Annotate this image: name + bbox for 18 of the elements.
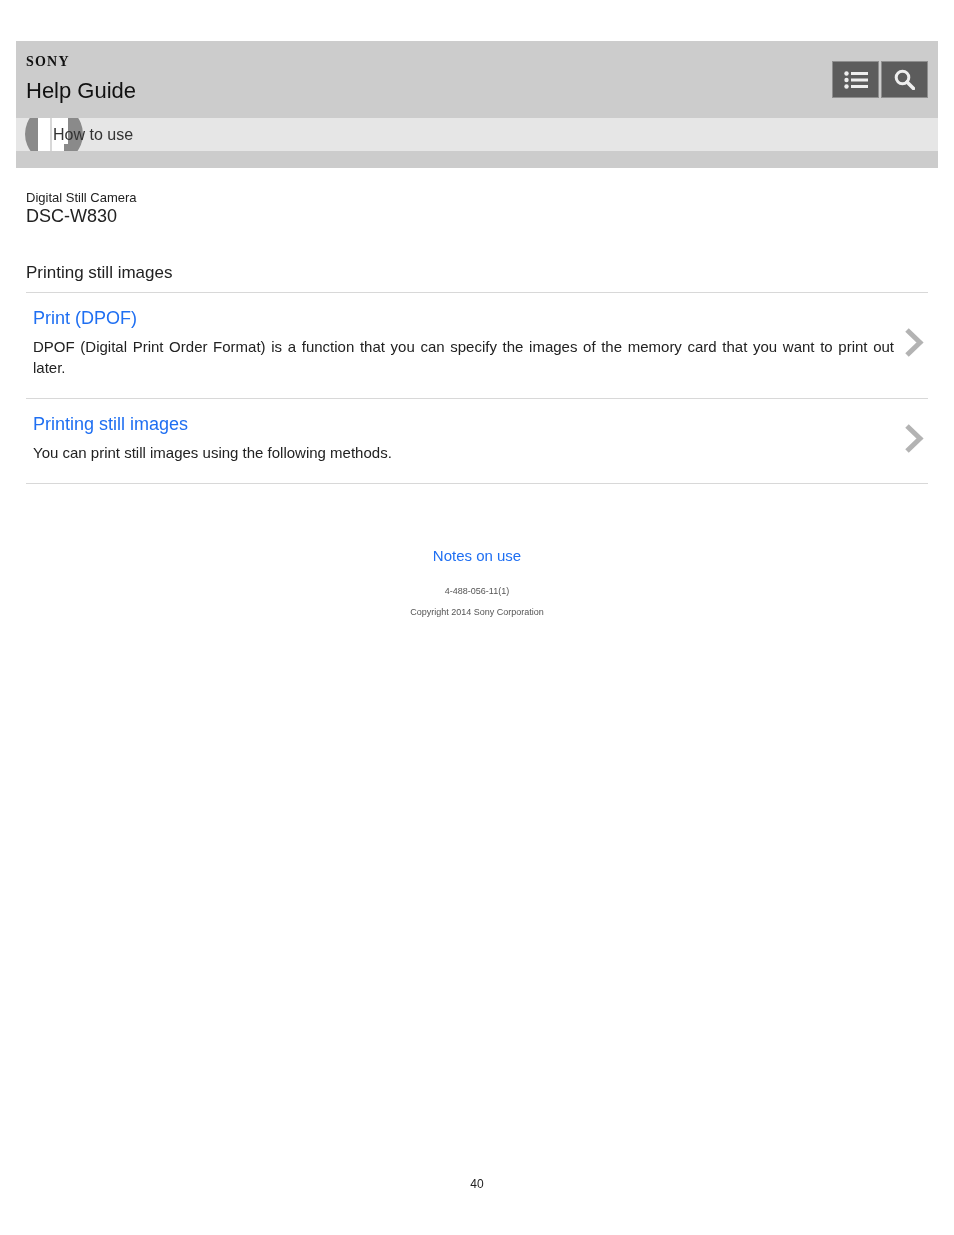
product-category: Digital Still Camera [26, 190, 137, 206]
topic-link[interactable]: Print (DPOF) [33, 307, 137, 329]
topic-link[interactable]: Printing still images [33, 413, 189, 435]
topic-description: You can print still images using the following methods. [33, 443, 392, 463]
search-button[interactable] [881, 61, 928, 98]
breadcrumb-link[interactable]: How to use [53, 124, 134, 145]
page-title: Help Guide [26, 78, 137, 104]
topic-description: DPOF (Digital Print Order Format) is a function that you can specify the images of the memory card that you want to print out later. [33, 337, 894, 378]
contents-button[interactable] [832, 61, 879, 98]
copyright-text: Copyright 2014 Sony Corporation [410, 606, 544, 618]
section-heading: Printing still images [26, 263, 173, 282]
page-number: 40 [470, 1176, 484, 1192]
document-code: 4-488-056-11(1) [444, 585, 510, 597]
search-icon [894, 69, 915, 90]
brand-logo: SONY [26, 55, 70, 69]
notes-link[interactable]: Notes on use [432, 546, 522, 566]
list-icon [843, 70, 868, 89]
product-model: DSC-W830 [26, 206, 118, 226]
